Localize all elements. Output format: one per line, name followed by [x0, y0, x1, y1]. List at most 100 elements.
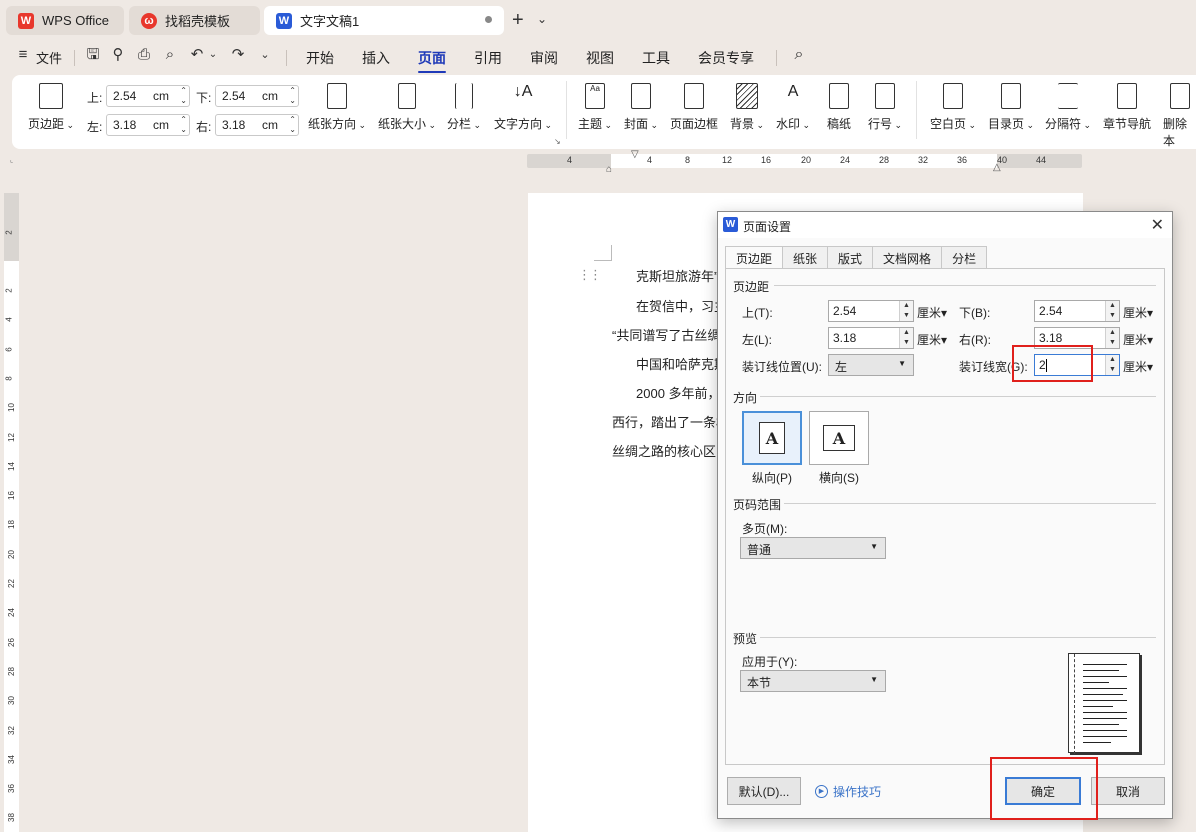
paper-size-button[interactable]: 纸张大小	[378, 83, 436, 132]
separator-button[interactable]: 分隔符	[1045, 83, 1091, 132]
tab-document[interactable]: W 文字文稿1	[264, 6, 504, 35]
chapter-nav-button[interactable]: 章节导航	[1103, 83, 1151, 132]
dialog-title-bar[interactable]: W 页面设置 ✕	[718, 212, 1172, 238]
portrait-button[interactable]: A	[742, 411, 802, 465]
tab-margins[interactable]: 页边距	[725, 246, 784, 269]
quick-access-more-icon[interactable]: ⌄	[256, 46, 274, 64]
orientation-button[interactable]: 纸张方向	[308, 83, 366, 132]
page-border-button[interactable]: 页面边框	[670, 83, 718, 132]
tab-columns[interactable]: 分栏	[941, 246, 988, 268]
left-margin-input[interactable]: 3.18 ▲ ▼	[828, 327, 914, 349]
save-icon[interactable]: 🖫	[84, 46, 102, 64]
theme-button[interactable]: Aa 主题	[578, 83, 612, 132]
first-line-indent-marker[interactable]: ▽	[631, 149, 639, 160]
right-margin-input[interactable]: 3.18 cm ⌃ ⌄	[215, 114, 299, 136]
collapse-ribbon-icon[interactable]: ⌞	[10, 156, 13, 164]
margins-button[interactable]: 页边距	[28, 83, 74, 132]
share-icon[interactable]: ⚲	[109, 46, 127, 64]
columns-button[interactable]: 分栏	[447, 83, 481, 132]
spinner-icon[interactable]: ▲ ▼	[899, 301, 913, 321]
background-button[interactable]: 背景	[730, 83, 764, 132]
tab-doc-grid[interactable]: 文档网格	[872, 246, 943, 268]
apply-to-label: 应用于(Y):	[742, 655, 798, 669]
unit-dropdown[interactable]: 厘米▾	[1123, 331, 1153, 348]
tips-link[interactable]: ▶ 操作技巧	[815, 783, 881, 800]
menu-review[interactable]: 审阅	[530, 48, 558, 68]
doc-line: 2000 多年前，	[636, 386, 721, 401]
spinner-icon[interactable]: ⌃ ⌄	[180, 115, 187, 135]
gutter-highlight-box	[1012, 345, 1093, 382]
top-margin-input[interactable]: 2.54 ▲ ▼	[828, 300, 914, 322]
ruler-tick: 8	[4, 376, 14, 381]
print-icon[interactable]: ⎙	[135, 46, 153, 64]
blank-page-button[interactable]: 空白页	[930, 83, 976, 132]
gutter-position-select[interactable]: 左 ▼	[828, 354, 914, 376]
spinner-icon[interactable]: ⌃ ⌄	[180, 86, 187, 106]
cover-button[interactable]: 封面	[624, 83, 658, 132]
menu-member[interactable]: 会员专享	[698, 48, 754, 68]
apply-to-select[interactable]: 本节 ▼	[740, 670, 886, 692]
unit-dropdown[interactable]: 厘米▾	[1123, 304, 1153, 321]
unit-dropdown[interactable]: 厘米▾	[917, 304, 947, 321]
ruler-tick: 36	[6, 784, 16, 794]
hamburger-menu-icon[interactable]: ≡	[14, 46, 32, 64]
menu-page[interactable]: 页面	[418, 48, 446, 73]
left-margin-input[interactable]: 3.18 cm ⌃ ⌄	[106, 114, 190, 136]
menu-references[interactable]: 引用	[474, 48, 502, 68]
writer-logo-icon: W	[723, 217, 738, 232]
docer-logo-icon: ω	[141, 12, 157, 29]
dropdown-arrow-icon: ▼	[870, 675, 878, 684]
tips-label: 操作技巧	[833, 785, 882, 799]
text-direction-button[interactable]: ↓A 文字方向	[494, 83, 552, 132]
top-margin-input[interactable]: 2.54 cm ⌃ ⌄	[106, 85, 190, 107]
menu-view[interactable]: 视图	[586, 48, 614, 68]
menu-tools[interactable]: 工具	[642, 48, 670, 68]
cancel-button[interactable]: 取消	[1091, 777, 1165, 805]
spinner-icon[interactable]: ⌃ ⌄	[289, 86, 296, 106]
spinner-icon[interactable]: ▲ ▼	[1105, 301, 1119, 321]
right-indent-marker[interactable]: △	[993, 162, 1001, 173]
print-preview-icon[interactable]: ⌕	[161, 46, 179, 64]
bottom-margin-input[interactable]: 2.54 cm ⌃ ⌄	[215, 85, 299, 107]
multi-page-select[interactable]: 普通 ▼	[740, 537, 886, 559]
tab-docer-templates[interactable]: ω 找稻壳模板	[129, 6, 260, 35]
text-direction-label: 文字方向	[494, 115, 552, 132]
tab-list-chevron-icon[interactable]: ⌄	[537, 12, 547, 26]
unsaved-dot-icon[interactable]	[485, 16, 492, 23]
drag-handle-icon[interactable]: ⋮⋮	[578, 267, 602, 283]
landscape-button[interactable]: A	[809, 411, 869, 465]
cover-icon	[631, 83, 652, 109]
new-tab-plus-icon[interactable]: +	[512, 9, 524, 32]
tab-paper[interactable]: 纸张	[782, 246, 829, 268]
watermark-button[interactable]: A 水印	[776, 83, 810, 132]
unit-dropdown[interactable]: 厘米▾	[917, 331, 947, 348]
unit-dropdown[interactable]: 厘米▾	[1123, 358, 1153, 375]
tab-wps-office[interactable]: W WPS Office	[6, 6, 124, 35]
line-number-button[interactable]: 行号	[868, 83, 902, 132]
toc-page-button[interactable]: 目录页	[988, 83, 1034, 132]
preview-line	[1083, 676, 1127, 677]
theme-icon: Aa	[585, 83, 606, 109]
search-icon[interactable]: ⌕	[790, 46, 808, 64]
delete-page-button[interactable]: 删除本	[1163, 83, 1196, 149]
tab-label: 找稻壳模板	[165, 14, 231, 29]
section-page-range: 页码范围	[733, 498, 782, 512]
spinner-icon[interactable]: ▲ ▼	[899, 328, 913, 348]
spinner-icon[interactable]: ⌃ ⌄	[289, 115, 296, 135]
ribbon-expand-icon[interactable]: ↘	[554, 137, 561, 146]
spinner-icon[interactable]: ▲ ▼	[1105, 328, 1119, 348]
manuscript-button[interactable]: 稿纸	[827, 83, 851, 132]
tab-layout[interactable]: 版式	[827, 246, 874, 268]
menu-insert[interactable]: 插入	[362, 48, 390, 68]
redo-icon[interactable]: ↷	[229, 46, 247, 64]
close-icon[interactable]: ✕	[1151, 215, 1164, 235]
ruler-tick: 4	[567, 155, 573, 165]
menu-home[interactable]: 开始	[306, 48, 334, 68]
default-button[interactable]: 默认(D)...	[727, 777, 801, 805]
undo-dropdown-icon[interactable]: ⌄	[204, 46, 222, 64]
bottom-margin-input[interactable]: 2.54 ▲ ▼	[1034, 300, 1120, 322]
file-menu[interactable]: 文件	[36, 48, 62, 67]
unit-label: 厘米	[1123, 306, 1148, 320]
left-indent-marker[interactable]: ⌂	[606, 164, 612, 175]
spinner-icon[interactable]: ▲ ▼	[1105, 355, 1119, 375]
